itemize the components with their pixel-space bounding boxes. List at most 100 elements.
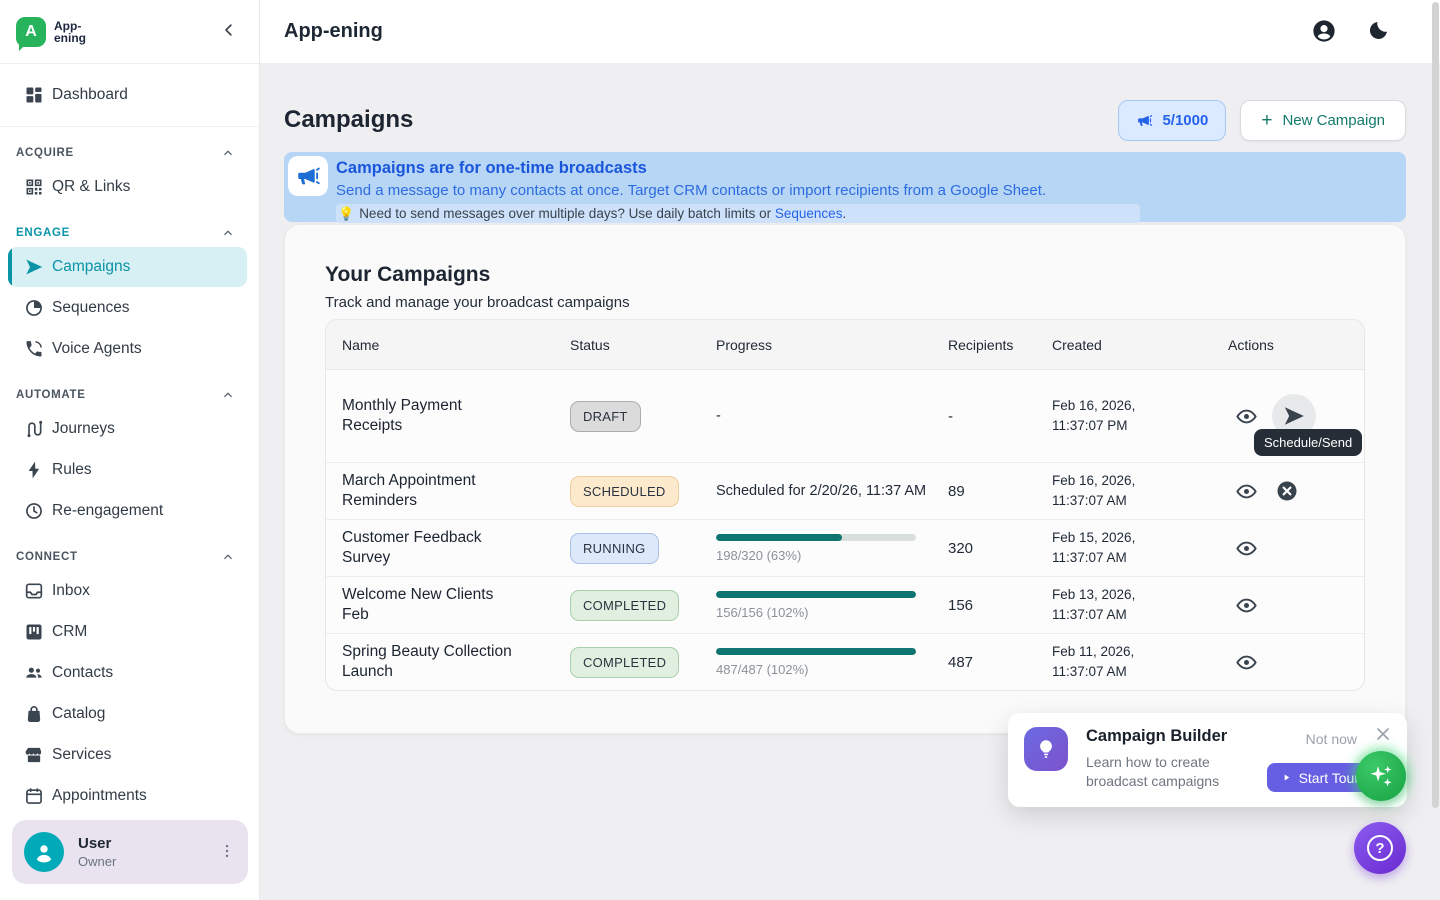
status-cell: SCHEDULED [570,468,716,515]
view-campaign-button[interactable] [1228,644,1264,680]
sidebar-item-campaigns[interactable]: Campaigns [8,247,247,287]
sidebar-item-journeys[interactable]: Journeys [8,409,247,449]
section-header-engage[interactable]: ENGAGE [8,221,247,245]
people-icon [24,663,44,683]
column-header-status: Status [570,337,716,353]
banner-tip: 💡 Need to send messages over multiple da… [336,204,1140,223]
section-header-connect[interactable]: CONNECT [8,545,247,569]
status-badge: COMPLETED [570,590,679,621]
campaign-quota-badge[interactable]: 5/1000 [1118,100,1226,141]
status-badge: SCHEDULED [570,476,679,507]
eye-icon [1235,537,1258,560]
column-header-created: Created [1052,337,1228,353]
toast-description: Learn how to create broadcast campaigns [1086,753,1248,791]
sidebar-item-voice-agents[interactable]: Voice Agents [8,329,247,369]
nav-divider [0,126,259,127]
sidebar-nav: Dashboard ACQUIRE QR & Links ENGAGE Camp… [0,64,259,816]
progress-bar: 487/487 (102%) [716,648,916,677]
account-button[interactable] [1310,18,1338,46]
scrollbar[interactable] [1432,2,1439,808]
sidebar-item-crm[interactable]: CRM [8,612,247,652]
tip-text: Need to send messages over multiple days… [359,206,846,221]
section-label: ENGAGE [16,227,70,239]
table-row[interactable]: Welcome New Clients Feb COMPLETED 156/15… [326,576,1364,633]
route-icon [24,419,44,439]
user-meta: User Owner [78,835,202,869]
table-row[interactable]: Spring Beauty Collection Launch COMPLETE… [326,633,1364,690]
not-now-button[interactable]: Not now [1306,731,1357,747]
sidebar-item-rules[interactable]: Rules [8,450,247,490]
sidebar-item-dashboard[interactable]: Dashboard [8,75,247,115]
view-campaign-button[interactable] [1228,587,1264,623]
campaign-name: Customer Feedback Survey [326,520,570,576]
phone-icon [24,339,44,359]
view-campaign-button[interactable] [1228,530,1264,566]
help-fab[interactable]: ? [1354,822,1406,874]
sidebar-item-label: Services [52,746,111,764]
send-icon [24,257,44,277]
recipients-count: - [948,400,1052,433]
sidebar-item-label: Contacts [52,664,113,682]
card-title: Your Campaigns [325,263,1365,287]
sidebar-item-catalog[interactable]: Catalog [8,694,247,734]
sidebar-item-re-engagement[interactable]: Re-engagement [8,491,247,531]
section-header-acquire[interactable]: ACQUIRE [8,141,247,165]
lightbulb-icon [1034,737,1058,761]
dark-mode-toggle[interactable] [1364,18,1392,46]
person-icon [31,839,57,865]
status-cell: RUNNING [570,525,716,572]
sidebar-item-label: Appointments [52,787,147,805]
section-header-automate[interactable]: AUTOMATE [8,383,247,407]
table-row[interactable]: Customer Feedback Survey RUNNING 198/320… [326,519,1364,576]
banner-title: Campaigns are for one-time broadcasts [336,156,1402,180]
progress-bar: 198/320 (63%) [716,534,916,563]
sidebar-item-label: Catalog [52,705,105,723]
ai-assistant-fab[interactable] [1356,751,1406,801]
campaign-name: Monthly Payment Receipts [326,388,570,444]
sidebar-item-qr-links[interactable]: QR & Links [8,167,247,207]
question-mark-icon: ? [1367,835,1393,861]
table-row[interactable]: Monthly Payment Receipts DRAFT - - Feb 1… [326,370,1364,462]
table-body: Monthly Payment Receipts DRAFT - - Feb 1… [326,370,1364,690]
progress-cell: 156/156 (102%) [716,583,948,628]
schedule-send-tooltip: Schedule/Send [1254,429,1362,456]
campaign-name: Welcome New Clients Feb [326,577,570,633]
sequences-link[interactable]: Sequences [775,206,843,221]
sidebar-item-sequences[interactable]: Sequences [8,288,247,328]
recipients-count: 89 [948,475,1052,508]
toast-close-button[interactable] [1373,724,1393,744]
sparkles-icon [1367,762,1395,790]
view-campaign-button[interactable] [1228,473,1264,509]
toast-title: Campaign Builder [1086,727,1227,746]
chevron-up-icon [221,226,235,240]
sidebar-item-inbox[interactable]: Inbox [8,571,247,611]
section-label: CONNECT [16,551,78,563]
sidebar-item-contacts[interactable]: Contacts [8,653,247,693]
dashboard-icon [24,85,44,105]
clock-icon [24,501,44,521]
toast-icon-box [1024,727,1068,771]
recipients-count: 320 [948,532,1052,565]
table-row[interactable]: March Appointment Reminders SCHEDULED Sc… [326,462,1364,519]
cancel-campaign-button[interactable] [1272,476,1302,506]
status-cell: DRAFT [570,393,716,440]
user-menu-button[interactable] [216,841,238,863]
kanban-icon [24,622,44,642]
sidebar-item-services[interactable]: Services [8,735,247,775]
sidebar-item-appointments[interactable]: Appointments [8,776,247,816]
app-title: App-ening [284,20,383,43]
logo-icon: A [16,17,46,47]
created-date: Feb 15, 2026,11:37:07 AM [1052,520,1228,576]
created-date: Feb 16, 2026,11:37:07 PM [1052,388,1228,444]
progress-cell: Scheduled for 2/20/26, 11:37 AM [716,473,948,509]
sidebar-collapse-button[interactable] [217,20,241,44]
user-card[interactable]: User Owner [12,820,248,884]
user-avatar [24,832,64,872]
sidebar-item-label: Dashboard [52,86,128,104]
created-date: Feb 13, 2026,11:37:07 AM [1052,577,1228,633]
banner-description: Send a message to many contacts at once.… [336,180,1402,202]
new-campaign-button[interactable]: + New Campaign [1240,100,1406,141]
column-header-actions: Actions [1228,337,1364,353]
user-name: User [78,835,202,852]
status-cell: COMPLETED [570,582,716,629]
